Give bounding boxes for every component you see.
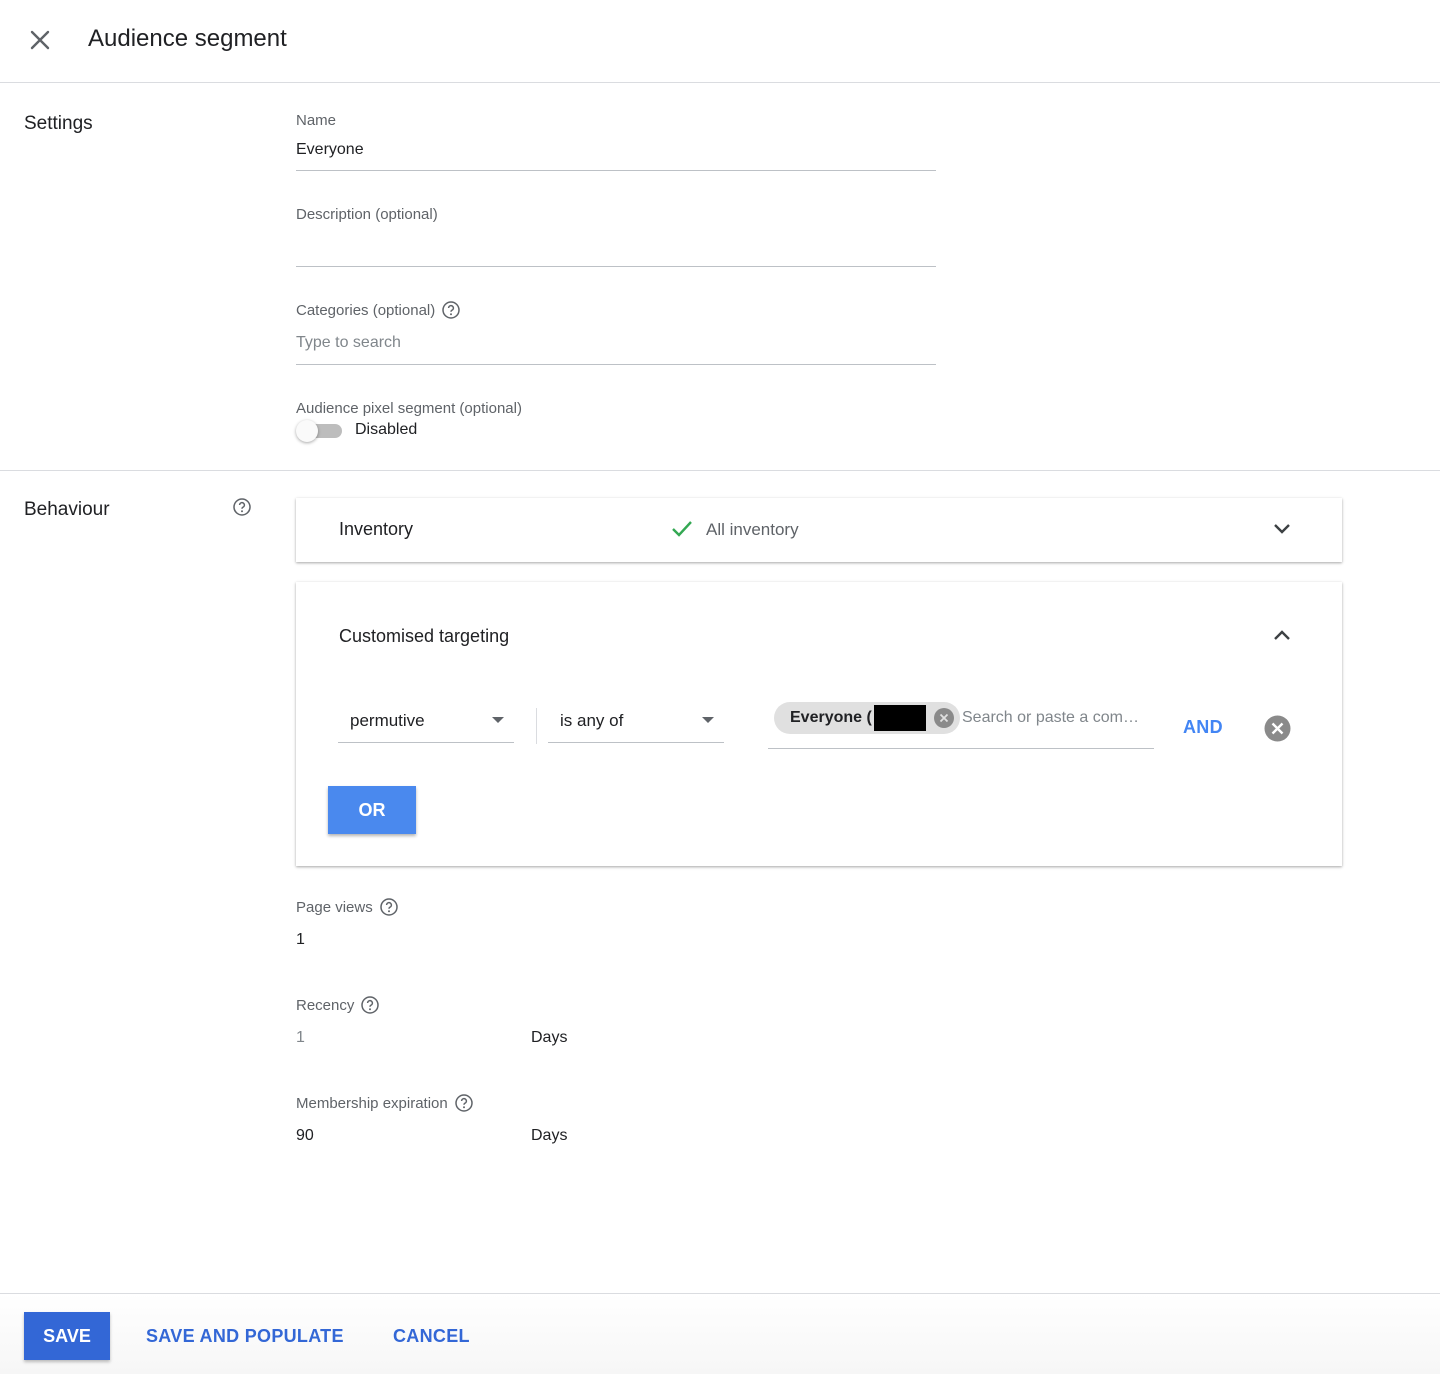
name-input[interactable]: Everyone — [296, 141, 364, 159]
description-underline — [296, 266, 936, 267]
inventory-panel[interactable]: Inventory All inventory — [296, 498, 1342, 562]
dialog-footer: SAVE SAVE AND POPULATE CANCEL — [0, 1293, 1440, 1374]
page-views-label: Page views — [296, 897, 399, 917]
membership-expiration-label: Membership expiration — [296, 1093, 474, 1113]
save-button[interactable]: SAVE — [24, 1312, 110, 1360]
targeting-title: Customised targeting — [339, 626, 510, 646]
save-and-populate-button[interactable]: SAVE AND POPULATE — [146, 1326, 344, 1347]
description-label-text: Description (optional) — [296, 206, 438, 223]
targeting-key-value: permutive — [350, 711, 425, 730]
name-underline — [296, 170, 936, 171]
remove-condition-icon[interactable] — [1264, 715, 1291, 742]
name-label: Name — [296, 112, 336, 129]
chevron-down-icon[interactable] — [1272, 522, 1292, 536]
categories-search-input[interactable]: Type to search — [296, 334, 401, 352]
chip-label: Everyone ( — [790, 709, 872, 726]
toggle-thumb — [296, 420, 318, 442]
chip-remove-button[interactable] — [932, 706, 956, 730]
categories-label: Categories (optional) — [296, 300, 461, 320]
close-button[interactable] — [22, 22, 58, 58]
targeting-operator-select[interactable]: is any of — [548, 699, 724, 743]
page-views-input[interactable]: 1 — [296, 931, 305, 949]
cancel-circle-icon — [933, 708, 954, 728]
membership-expiration-unit: Days — [531, 1127, 568, 1144]
recency-input[interactable]: 1 — [296, 1029, 305, 1047]
cancel-button[interactable]: CANCEL — [393, 1326, 470, 1347]
targeting-key-select[interactable]: permutive — [338, 699, 514, 743]
page-title: Audience segment — [88, 25, 287, 52]
or-button[interactable]: OR — [328, 786, 416, 834]
behaviour-section-label: Behaviour — [24, 499, 110, 520]
membership-expiration-label-text: Membership expiration — [296, 1094, 448, 1112]
settings-section-label: Settings — [24, 113, 93, 134]
close-icon — [30, 30, 50, 50]
help-icon[interactable] — [379, 897, 399, 917]
categories-underline — [296, 364, 936, 365]
targeting-value-search-input[interactable] — [960, 703, 1150, 733]
name-label-text: Name — [296, 112, 337, 129]
check-icon — [672, 521, 692, 537]
recency-unit: Days — [531, 1029, 568, 1046]
help-icon[interactable] — [360, 995, 380, 1015]
customised-targeting-panel: Customised targeting permutive is any of… — [296, 582, 1342, 866]
page-views-label-text: Page views — [296, 898, 373, 916]
description-input[interactable] — [296, 236, 936, 260]
dropdown-arrow-icon — [492, 717, 504, 723]
recency-label: Recency — [296, 995, 380, 1015]
pixel-segment-label: Audience pixel segment (optional) — [296, 400, 522, 417]
targeting-operator-value: is any of — [560, 711, 624, 730]
select-separator — [536, 708, 537, 744]
recency-label-text: Recency — [296, 996, 355, 1014]
help-icon[interactable] — [232, 497, 252, 517]
pixel-segment-state: Disabled — [355, 421, 418, 438]
categories-label-text: Categories (optional) — [296, 301, 436, 319]
pixel-segment-toggle[interactable] — [296, 420, 344, 442]
chevron-up-icon[interactable] — [1272, 628, 1292, 642]
pixel-segment-label-text: Audience pixel segment (optional) — [296, 400, 522, 417]
help-icon[interactable] — [454, 1093, 474, 1113]
dropdown-arrow-icon — [702, 717, 714, 723]
targeting-values-field[interactable]: Everyone ( — [768, 699, 1154, 749]
inventory-status: All inventory — [706, 520, 799, 539]
redacted-text — [873, 705, 926, 731]
and-button[interactable]: AND — [1183, 717, 1223, 738]
help-icon[interactable] — [441, 300, 461, 320]
inventory-title: Inventory — [339, 519, 414, 539]
membership-expiration-input[interactable]: 90 — [296, 1127, 314, 1145]
section-divider — [0, 470, 1440, 471]
description-label: Description (optional) — [296, 206, 438, 223]
dialog-header: Audience segment — [0, 0, 1440, 83]
value-chip: Everyone ( — [774, 702, 960, 734]
